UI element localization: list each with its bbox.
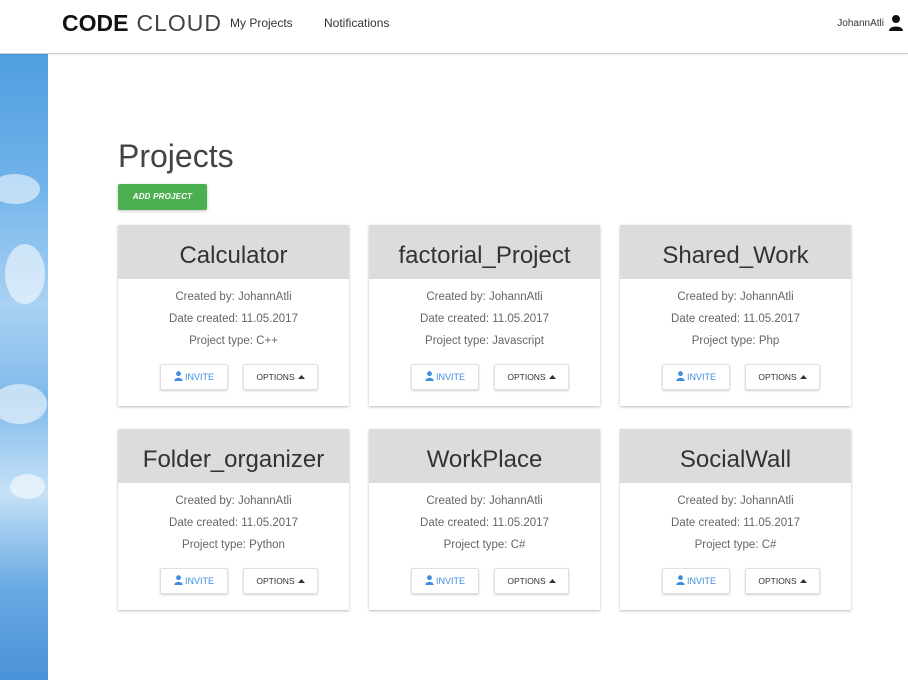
project-type: Project type: Python xyxy=(182,539,285,551)
invite-button[interactable]: INVITE xyxy=(411,364,479,390)
options-dropdown-button[interactable]: OPTIONS xyxy=(243,364,318,390)
project-type: Project type: Php xyxy=(691,335,780,347)
options-dropdown-button[interactable]: OPTIONS xyxy=(494,364,569,390)
project-card: SocialWall Created by: JohannAtli Date c… xyxy=(620,429,851,610)
invite-label: INVITE xyxy=(184,576,214,586)
page-title: Projects xyxy=(118,138,234,174)
options-label: OPTIONS xyxy=(758,372,797,382)
options-label: OPTIONS xyxy=(256,576,295,586)
project-card: Calculator Created by: JohannAtli Date c… xyxy=(118,225,349,406)
project-type: Project type: Javascript xyxy=(425,335,544,347)
project-created-by: Created by: JohannAtli xyxy=(677,291,794,303)
nav-notifications[interactable]: Notifications xyxy=(324,16,389,30)
project-date-created: Date created: 11.05.2017 xyxy=(169,517,298,529)
project-created-by: Created by: JohannAtli xyxy=(175,291,292,303)
invite-label: INVITE xyxy=(435,576,465,586)
options-label: OPTIONS xyxy=(758,576,797,586)
project-name[interactable]: WorkPlace xyxy=(369,429,600,483)
caret-up-icon xyxy=(548,579,556,583)
invite-button[interactable]: INVITE xyxy=(411,568,479,594)
card-button-row: INVITE OPTIONS xyxy=(620,364,851,390)
project-name[interactable]: SocialWall xyxy=(620,429,851,483)
options-label: OPTIONS xyxy=(507,372,546,382)
project-date-created: Date created: 11.05.2017 xyxy=(671,313,800,325)
invite-button[interactable]: INVITE xyxy=(160,568,228,594)
nav-my-projects[interactable]: My Projects xyxy=(230,16,293,30)
top-navbar: CODE CLOUD My Projects Notifications Joha… xyxy=(0,0,908,54)
project-type: Project type: C# xyxy=(694,539,777,551)
caret-up-icon xyxy=(799,375,807,379)
project-card: Shared_Work Created by: JohannAtli Date … xyxy=(620,225,851,406)
person-icon xyxy=(676,575,685,585)
person-icon xyxy=(676,371,685,381)
card-button-row: INVITE OPTIONS xyxy=(118,568,349,594)
invite-label: INVITE xyxy=(686,576,716,586)
project-card: Folder_organizer Created by: JohannAtli … xyxy=(118,429,349,610)
project-name[interactable]: factorial_Project xyxy=(369,225,600,279)
brand-logo[interactable]: CODE CLOUD xyxy=(62,10,222,36)
invite-label: INVITE xyxy=(435,372,465,382)
invite-label: INVITE xyxy=(184,372,214,382)
card-button-row: INVITE OPTIONS xyxy=(369,364,600,390)
project-type: Project type: C# xyxy=(443,539,526,551)
project-name[interactable]: Folder_organizer xyxy=(118,429,349,483)
nav-username[interactable]: JohannAtli xyxy=(837,18,884,29)
project-name[interactable]: Calculator xyxy=(118,225,349,279)
options-dropdown-button[interactable]: OPTIONS xyxy=(745,568,820,594)
caret-up-icon xyxy=(548,375,556,379)
project-created-by: Created by: JohannAtli xyxy=(426,291,543,303)
options-dropdown-button[interactable]: OPTIONS xyxy=(745,364,820,390)
project-date-created: Date created: 11.05.2017 xyxy=(671,517,800,529)
add-project-button[interactable]: ADD PROJECT xyxy=(118,184,207,210)
project-date-created: Date created: 11.05.2017 xyxy=(420,517,549,529)
invite-label: INVITE xyxy=(686,372,716,382)
invite-button[interactable]: INVITE xyxy=(662,568,730,594)
project-date-created: Date created: 11.05.2017 xyxy=(169,313,298,325)
project-date-created: Date created: 11.05.2017 xyxy=(420,313,549,325)
card-button-row: INVITE OPTIONS xyxy=(620,568,851,594)
project-name[interactable]: Shared_Work xyxy=(620,225,851,279)
options-label: OPTIONS xyxy=(507,576,546,586)
invite-button[interactable]: INVITE xyxy=(662,364,730,390)
brand-cloud: CLOUD xyxy=(136,10,222,36)
invite-button[interactable]: INVITE xyxy=(160,364,228,390)
caret-up-icon xyxy=(297,375,305,379)
user-icon[interactable] xyxy=(888,14,904,32)
project-type: Project type: C++ xyxy=(189,335,278,347)
card-button-row: INVITE OPTIONS xyxy=(118,364,349,390)
project-created-by: Created by: JohannAtli xyxy=(175,495,292,507)
person-icon xyxy=(425,575,434,585)
person-icon xyxy=(174,371,183,381)
person-icon xyxy=(174,575,183,585)
options-label: OPTIONS xyxy=(256,372,295,382)
person-icon xyxy=(425,371,434,381)
project-card: WorkPlace Created by: JohannAtli Date cr… xyxy=(369,429,600,610)
sky-background-strip xyxy=(0,54,48,680)
caret-up-icon xyxy=(799,579,807,583)
brand-code: CODE xyxy=(62,10,129,36)
project-created-by: Created by: JohannAtli xyxy=(426,495,543,507)
project-card: factorial_Project Created by: JohannAtli… xyxy=(369,225,600,406)
options-dropdown-button[interactable]: OPTIONS xyxy=(494,568,569,594)
project-created-by: Created by: JohannAtli xyxy=(677,495,794,507)
caret-up-icon xyxy=(297,579,305,583)
card-button-row: INVITE OPTIONS xyxy=(369,568,600,594)
options-dropdown-button[interactable]: OPTIONS xyxy=(243,568,318,594)
